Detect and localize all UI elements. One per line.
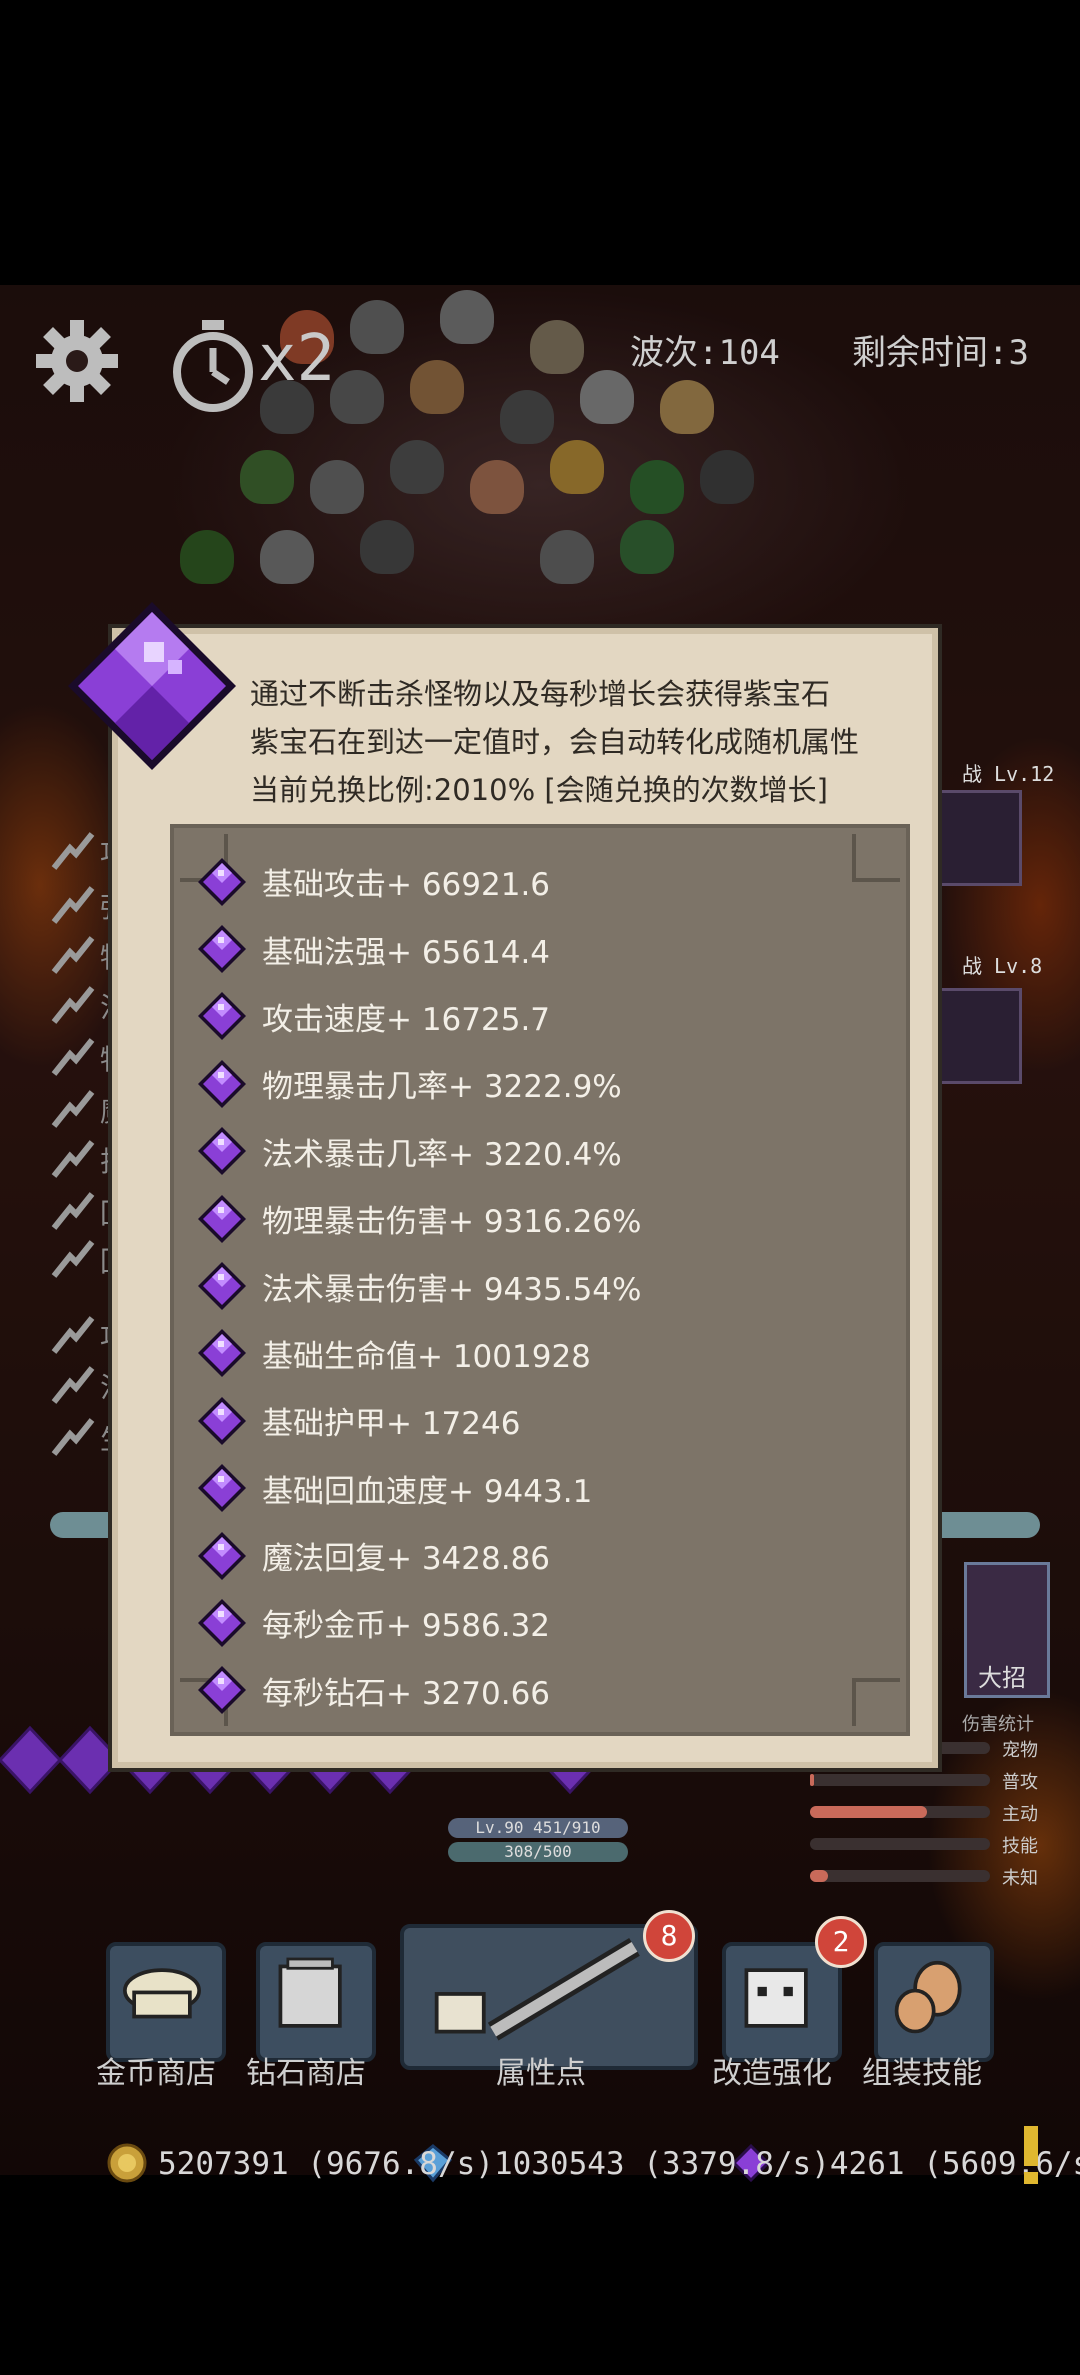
stat-text: 每秒钻石+ 3270.66 bbox=[262, 1675, 551, 1712]
stat-row: 基础护甲+ 17246 bbox=[196, 1387, 896, 1454]
player-level-bar: Lv.90 451/910 bbox=[448, 1818, 628, 1838]
side-stat-icon bbox=[50, 1086, 96, 1130]
assemble-skills-label[interactable]: 组装技能 bbox=[862, 2048, 982, 2092]
stat-gem-icon bbox=[198, 1059, 246, 1108]
exchange-ratio: 当前兑换比例:2010% [会随兑换的次数增长] bbox=[250, 773, 828, 807]
damage-bar bbox=[810, 1838, 990, 1850]
desc-line-1: 通过不断击杀怪物以及每秒增长会获得紫宝石 bbox=[250, 677, 831, 711]
stat-gem-icon bbox=[198, 1396, 246, 1445]
stat-row: 基础生命值+ 1001928 bbox=[196, 1320, 896, 1387]
stat-bonus-list: 基础攻击+ 66921.6 基础法强+ 65614.4 攻击速度+ 16725.7 物… bbox=[196, 848, 896, 1724]
damage-bar-label: 宠物 bbox=[1002, 1740, 1038, 1761]
ultimate-label: 大招 bbox=[978, 1664, 1026, 1692]
damage-bar-fill bbox=[810, 1870, 828, 1882]
assemble-skills-button[interactable] bbox=[874, 1942, 994, 2062]
stat-row: 每秒钻石+ 3270.66 bbox=[196, 1657, 896, 1724]
skill-2-level: 战 Lv.8 bbox=[962, 954, 1043, 978]
damage-bar bbox=[810, 1806, 990, 1818]
stat-text: 基础护甲+ 17246 bbox=[262, 1406, 521, 1443]
damage-bar-label: 未知 bbox=[1002, 1868, 1038, 1889]
skill-slot-1[interactable] bbox=[926, 790, 1022, 886]
stat-gem-icon bbox=[198, 1598, 246, 1647]
stat-gem-icon bbox=[198, 1194, 246, 1243]
stat-gem-icon bbox=[198, 1531, 246, 1580]
stat-text: 法术暴击伤害+ 9435.54% bbox=[262, 1271, 642, 1308]
attribute-points-badge: 8 bbox=[643, 1910, 695, 1962]
stat-text: 攻击速度+ 16725.7 bbox=[262, 1001, 551, 1038]
skill-slot-2[interactable] bbox=[926, 988, 1022, 1084]
stat-text: 物理暴击几率+ 3222.9% bbox=[262, 1069, 622, 1106]
side-stat-icon bbox=[50, 1188, 96, 1232]
gold-coin-icon bbox=[106, 2142, 148, 2184]
side-stat-icon bbox=[50, 932, 96, 976]
damage-bar bbox=[810, 1870, 990, 1882]
stat-text: 基础回血速度+ 9443.1 bbox=[262, 1473, 593, 1510]
stat-gem-icon bbox=[198, 1464, 246, 1513]
upgrade-badge: 2 bbox=[815, 1916, 867, 1968]
stat-text: 基础生命值+ 1001928 bbox=[262, 1338, 591, 1375]
stat-gem-icon bbox=[198, 1666, 246, 1715]
stat-text: 每秒金币+ 9586.32 bbox=[262, 1608, 551, 1645]
speed-multiplier[interactable]: x2 bbox=[258, 322, 335, 396]
stat-gem-icon bbox=[198, 857, 246, 906]
stat-gem-icon bbox=[198, 1329, 246, 1378]
upgrade-label[interactable]: 改造强化 bbox=[712, 2048, 832, 2092]
stat-gem-icon bbox=[198, 925, 246, 974]
skill-1-level: 战 Lv.12 bbox=[962, 762, 1055, 786]
stat-text: 基础攻击+ 66921.6 bbox=[262, 867, 551, 904]
stat-row: 物理暴击几率+ 3222.9% bbox=[196, 1050, 896, 1117]
stat-row: 基础攻击+ 66921.6 bbox=[196, 848, 896, 915]
side-stat-icon bbox=[50, 882, 96, 926]
side-stat-icon bbox=[50, 1136, 96, 1180]
side-stat-icon bbox=[50, 1034, 96, 1078]
time-remaining: 剩余时间:3 bbox=[852, 333, 1029, 373]
gold-shop-button[interactable] bbox=[106, 1942, 226, 2062]
wave-counter: 波次:104 bbox=[630, 333, 780, 373]
attribute-points-label[interactable]: 属性点 bbox=[496, 2048, 586, 2092]
damage-bar-label: 普攻 bbox=[1002, 1772, 1038, 1793]
player-hp-bar: 308/500 bbox=[448, 1842, 628, 1862]
damage-bar-fill bbox=[810, 1806, 927, 1818]
stopwatch-icon[interactable] bbox=[168, 318, 258, 414]
stat-gem-icon bbox=[198, 1262, 246, 1311]
stat-row: 魔法回复+ 3428.86 bbox=[196, 1522, 896, 1589]
diamond-shop-button[interactable] bbox=[256, 1942, 376, 2062]
alert-icon[interactable] bbox=[1016, 2122, 1046, 2188]
side-stat-icon bbox=[50, 1414, 96, 1458]
damage-stats-title: 伤害统计 bbox=[962, 1714, 1034, 1735]
side-stat-icon bbox=[50, 1236, 96, 1280]
damage-bar-label: 技能 bbox=[1002, 1836, 1038, 1857]
stat-gem-icon bbox=[198, 992, 246, 1041]
stat-row: 攻击速度+ 16725.7 bbox=[196, 983, 896, 1050]
stat-row: 物理暴击伤害+ 9316.26% bbox=[196, 1185, 896, 1252]
purple-gem-icon bbox=[64, 598, 240, 774]
damage-bar-fill bbox=[810, 1774, 814, 1786]
side-stat-icon bbox=[50, 982, 96, 1026]
diamond-shop-label[interactable]: 钻石商店 bbox=[246, 2048, 366, 2092]
stat-row: 每秒金币+ 9586.32 bbox=[196, 1589, 896, 1656]
side-stat-icon bbox=[50, 1312, 96, 1356]
stat-text: 法术暴击几率+ 3220.4% bbox=[262, 1136, 622, 1173]
currency-readout: 5207391 (9676.8/s)1030543 (3379.8/s)4261… bbox=[158, 2146, 1080, 2182]
stat-row: 基础回血速度+ 9443.1 bbox=[196, 1455, 896, 1522]
damage-bar bbox=[810, 1774, 990, 1786]
gem-description: 通过不断击杀怪物以及每秒增长会获得紫宝石 紫宝石在到达一定值时，会自动转化成随机… bbox=[250, 670, 930, 814]
stat-row: 法术暴击几率+ 3220.4% bbox=[196, 1118, 896, 1185]
damage-bar-label: 主动 bbox=[1002, 1804, 1038, 1825]
gold-shop-label[interactable]: 金币商店 bbox=[96, 2048, 216, 2092]
stat-text: 物理暴击伤害+ 9316.26% bbox=[262, 1204, 642, 1241]
desc-line-2: 紫宝石在到达一定值时，会自动转化成随机属性 bbox=[250, 725, 860, 759]
stat-row: 基础法强+ 65614.4 bbox=[196, 915, 896, 982]
stat-row: 法术暴击伤害+ 9435.54% bbox=[196, 1252, 896, 1319]
side-stat-icon bbox=[50, 1362, 96, 1406]
stat-gem-icon bbox=[198, 1127, 246, 1176]
stat-text: 基础法强+ 65614.4 bbox=[262, 934, 551, 971]
stat-text: 魔法回复+ 3428.86 bbox=[262, 1541, 551, 1578]
settings-gear-icon[interactable] bbox=[34, 318, 120, 404]
side-stat-icon bbox=[50, 828, 96, 872]
